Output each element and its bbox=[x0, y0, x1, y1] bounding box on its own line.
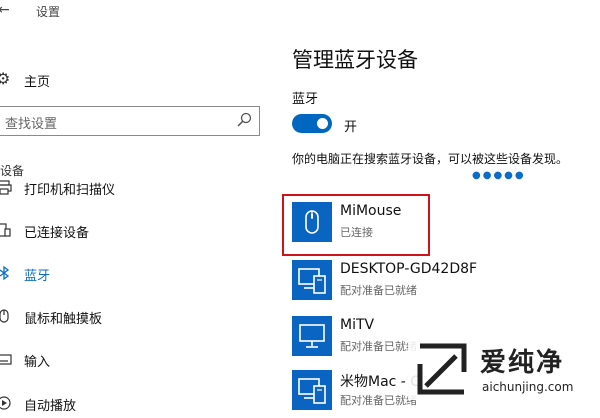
title-bar: ← 设置 bbox=[0, 0, 600, 22]
device-tile bbox=[292, 202, 332, 242]
mouse-icon bbox=[0, 309, 9, 323]
printer-icon bbox=[0, 180, 12, 195]
device-tile bbox=[292, 260, 332, 300]
sidebar-item-mouse[interactable]: 鼠标和触摸板 bbox=[0, 303, 272, 331]
sidebar-item-bluetooth[interactable]: 蓝牙 bbox=[0, 260, 272, 288]
device-status: 已连接 bbox=[340, 226, 373, 239]
home-label: 主页 bbox=[24, 75, 51, 90]
sidebar-item-label: 蓝牙 bbox=[24, 269, 51, 284]
device-item-mimouse[interactable]: MiMouse 已连接 bbox=[292, 202, 592, 242]
search-input[interactable]: 查找设置 bbox=[0, 106, 260, 136]
scan-message: 你的电脑正在搜索蓝牙设备，可以被这些设备发现。 bbox=[292, 152, 569, 166]
sidebar-item-label: 已连接设备 bbox=[24, 226, 90, 241]
progress-dots: ●●●●● bbox=[472, 170, 526, 181]
mouse-icon bbox=[305, 210, 319, 234]
sidebar-item-label: 输入 bbox=[24, 355, 51, 370]
device-tile bbox=[292, 316, 332, 356]
bluetooth-icon bbox=[0, 265, 10, 281]
sidebar-item-label: 鼠标和触摸板 bbox=[24, 312, 103, 327]
autoplay-icon bbox=[0, 396, 11, 410]
watermark: 爱纯净 aichunjing.com bbox=[408, 338, 600, 400]
logo-icon bbox=[417, 343, 467, 395]
computer-icon bbox=[298, 378, 326, 404]
page-title: 管理蓝牙设备 bbox=[292, 48, 418, 72]
sidebar-item-autoplay[interactable]: 自动播放 bbox=[0, 390, 272, 418]
device-status: 配对准备已就绪 bbox=[340, 284, 417, 297]
device-status: 配对准备已就绪 bbox=[340, 394, 417, 407]
gear-icon: ⚙ bbox=[0, 69, 11, 88]
device-tile bbox=[292, 370, 332, 410]
sidebar-item-label: 打印机和扫描仪 bbox=[24, 183, 116, 198]
device-name: MiMouse bbox=[340, 203, 402, 219]
watermark-title: 爱纯净 bbox=[480, 348, 565, 378]
toggle-state-label: 开 bbox=[344, 120, 358, 135]
device-item-desktop[interactable]: DESKTOP-GD42D8F 配对准备已就绪 bbox=[292, 260, 592, 300]
device-status: 配对准备已就绪 bbox=[340, 340, 417, 353]
sidebar: ⚙ 主页 查找设置 设备 打印机和扫描仪 已连接设备 蓝牙 鼠标和触摸板 输入 … bbox=[0, 22, 272, 414]
computer-icon bbox=[298, 268, 326, 294]
search-icon bbox=[237, 112, 252, 127]
sidebar-item-printers[interactable]: 打印机和扫描仪 bbox=[0, 174, 272, 202]
connected-devices-icon bbox=[0, 223, 11, 237]
keyboard-icon bbox=[0, 354, 12, 365]
bluetooth-toggle[interactable] bbox=[292, 114, 332, 133]
device-name: DESKTOP-GD42D8F bbox=[340, 261, 478, 277]
toggle-knob bbox=[317, 118, 328, 129]
monitor-icon bbox=[299, 324, 325, 348]
watermark-url: aichunjing.com bbox=[482, 380, 574, 394]
sidebar-item-label: 自动播放 bbox=[24, 399, 77, 414]
back-arrow-icon[interactable]: ← bbox=[0, 2, 10, 18]
bluetooth-label: 蓝牙 bbox=[292, 92, 319, 107]
sidebar-item-typing[interactable]: 输入 bbox=[0, 346, 272, 374]
sidebar-item-connected-devices[interactable]: 已连接设备 bbox=[0, 217, 272, 245]
window-title: 设置 bbox=[36, 5, 61, 19]
device-name: MiTV bbox=[340, 317, 375, 333]
search-placeholder: 查找设置 bbox=[5, 117, 58, 132]
